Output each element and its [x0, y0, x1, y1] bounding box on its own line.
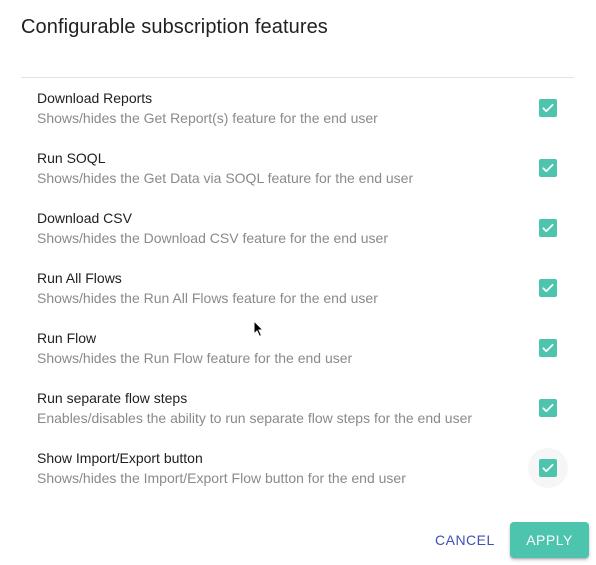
checkbox-checked [539, 279, 557, 297]
download-reports-checkbox[interactable] [528, 88, 568, 128]
checkmark-icon [542, 343, 554, 353]
feature-text: Show Import/Export button Shows/hides th… [37, 450, 406, 486]
feature-description: Shows/hides the Import/Export Flow butto… [37, 470, 406, 486]
checkbox-checked [539, 399, 557, 417]
feature-text: Download CSV Shows/hides the Download CS… [37, 210, 388, 246]
checkbox-checked [539, 219, 557, 237]
checkbox-checked [539, 459, 557, 477]
run-flow-checkbox[interactable] [528, 328, 568, 368]
download-csv-checkbox[interactable] [528, 208, 568, 248]
feature-item-run-separate-flow-steps: Run separate flow steps Enables/disables… [0, 378, 596, 438]
feature-title: Download CSV [37, 210, 132, 226]
feature-item-run-flow: Run Flow Shows/hides the Run Flow featur… [0, 318, 596, 378]
feature-text: Run All Flows Shows/hides the Run All Fl… [37, 270, 378, 306]
feature-title: Show Import/Export button [37, 450, 203, 466]
feature-description: Shows/hides the Get Data via SOQL featur… [37, 170, 414, 186]
feature-item-run-soql: Run SOQL Shows/hides the Get Data via SO… [0, 138, 596, 198]
run-soql-checkbox[interactable] [528, 148, 568, 188]
feature-item-download-reports: Download Reports Shows/hides the Get Rep… [0, 78, 596, 138]
feature-text: Run SOQL Shows/hides the Get Data via SO… [37, 150, 413, 186]
feature-text: Run separate flow steps Enables/disables… [37, 390, 472, 426]
checkmark-icon [542, 283, 554, 293]
checkbox-checked [539, 339, 557, 357]
feature-description: Shows/hides the Get Report(s) feature fo… [37, 110, 378, 126]
checkmark-icon [542, 103, 554, 113]
feature-title: Run separate flow steps [37, 390, 188, 406]
feature-description: Shows/hides the Run All Flows feature fo… [37, 290, 378, 306]
feature-item-run-all-flows: Run All Flows Shows/hides the Run All Fl… [0, 258, 596, 318]
feature-text: Run Flow Shows/hides the Run Flow featur… [37, 330, 352, 366]
dialog-actions: CANCEL APPLY [0, 522, 596, 560]
feature-text: Download Reports Shows/hides the Get Rep… [37, 90, 378, 126]
cancel-button[interactable]: CANCEL [427, 522, 503, 558]
feature-description: Shows/hides the Download CSV feature for… [37, 230, 388, 246]
apply-button[interactable]: APPLY [510, 522, 589, 558]
subscription-features-dialog: Configurable subscription features Downl… [0, 0, 596, 565]
feature-item-download-csv: Download CSV Shows/hides the Download CS… [0, 198, 596, 258]
checkmark-icon [542, 403, 554, 413]
checkmark-icon [542, 463, 554, 473]
feature-description: Shows/hides the Run Flow feature for the… [37, 350, 353, 366]
feature-list: Download Reports Shows/hides the Get Rep… [0, 78, 596, 498]
run-separate-flow-steps-checkbox[interactable] [528, 388, 568, 428]
feature-title: Download Reports [37, 90, 153, 106]
feature-title: Run SOQL [37, 150, 106, 166]
feature-item-show-import-export-button: Show Import/Export button Shows/hides th… [0, 438, 596, 498]
feature-title: Run All Flows [37, 270, 122, 286]
checkmark-icon [542, 223, 554, 233]
dialog-title: Configurable subscription features [21, 16, 328, 38]
show-import-export-button-checkbox[interactable] [528, 448, 568, 488]
feature-title: Run Flow [37, 330, 97, 346]
run-all-flows-checkbox[interactable] [528, 268, 568, 308]
checkmark-icon [542, 163, 554, 173]
checkbox-checked [539, 159, 557, 177]
feature-description: Enables/disables the ability to run sepa… [37, 410, 473, 426]
checkbox-checked [539, 99, 557, 117]
